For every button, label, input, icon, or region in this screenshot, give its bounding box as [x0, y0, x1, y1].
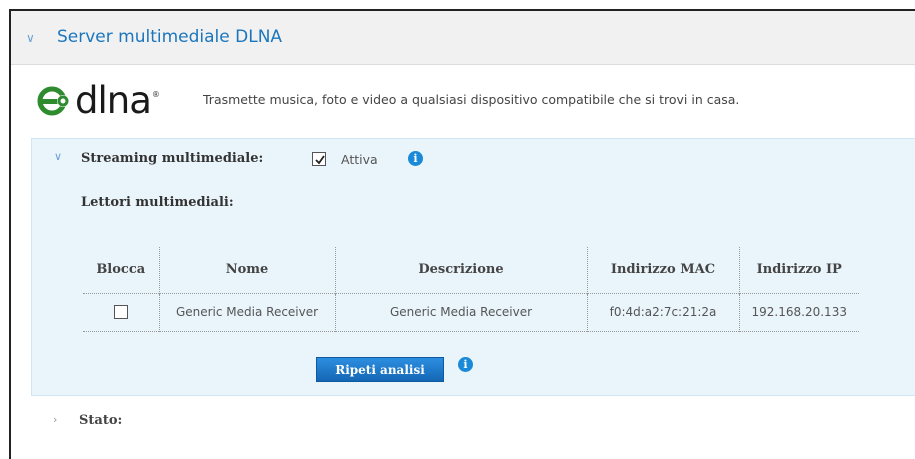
streaming-enabled-checkbox[interactable]	[312, 152, 326, 166]
dlna-logo: dlna ®	[37, 81, 160, 121]
ip-cell: 192.168.20.133	[738, 293, 859, 331]
column-header-nome: Nome	[158, 247, 335, 293]
column-header-blocca: Blocca	[96, 262, 146, 278]
block-checkbox[interactable]	[113, 305, 128, 320]
name-cell: Generic Media Receiver	[158, 293, 335, 331]
section-header[interactable]: ∨ Server multimediale DLNA	[11, 11, 915, 65]
media-players-label: Lettori multimediali:	[81, 195, 234, 210]
column-header-descrizione: Descrizione	[334, 247, 587, 293]
dlna-description: Trasmette musica, foto e video a qualsia…	[203, 92, 740, 107]
checkmark-icon	[315, 155, 325, 165]
status-section-label[interactable]: Stato:	[79, 413, 122, 428]
dlna-logo-mark: ®	[151, 90, 160, 99]
description-cell: Generic Media Receiver	[334, 293, 587, 331]
table-header-row: Blocca Nome Descrizione Indirizzo MAC In…	[83, 247, 859, 293]
column-header-ip: Indirizzo IP	[738, 247, 859, 293]
chevron-down-icon[interactable]: ∨	[26, 31, 35, 45]
rescan-button[interactable]: Ripeti analisi	[316, 357, 444, 382]
dlna-settings-frame: ∨ Server multimediale DLNA dlna ® Trasme…	[9, 9, 915, 459]
chevron-down-icon[interactable]: ∨	[54, 150, 62, 163]
streaming-panel: ∨ Streaming multimediale: Attiva i Letto…	[31, 138, 915, 396]
column-header-mac: Indirizzo MAC	[586, 247, 739, 293]
dlna-intro: dlna ® Trasmette musica, foto e video a …	[37, 81, 907, 121]
block-cell	[83, 293, 159, 331]
chevron-right-icon[interactable]: ›	[53, 413, 57, 426]
streaming-enabled-label: Attiva	[341, 152, 378, 167]
dlna-logo-icon	[37, 86, 69, 116]
dlna-logo-text: dlna	[75, 79, 152, 122]
info-icon[interactable]: i	[408, 151, 423, 166]
table-row: Generic Media Receiver Generic Media Rec…	[83, 293, 859, 331]
streaming-label: Streaming multimediale:	[81, 151, 264, 166]
section-title: Server multimediale DLNA	[57, 27, 283, 47]
media-players-table: Blocca Nome Descrizione Indirizzo MAC In…	[83, 247, 859, 332]
info-icon[interactable]: i	[458, 357, 473, 372]
mac-cell: f0:4d:a2:7c:21:2a	[586, 293, 739, 331]
